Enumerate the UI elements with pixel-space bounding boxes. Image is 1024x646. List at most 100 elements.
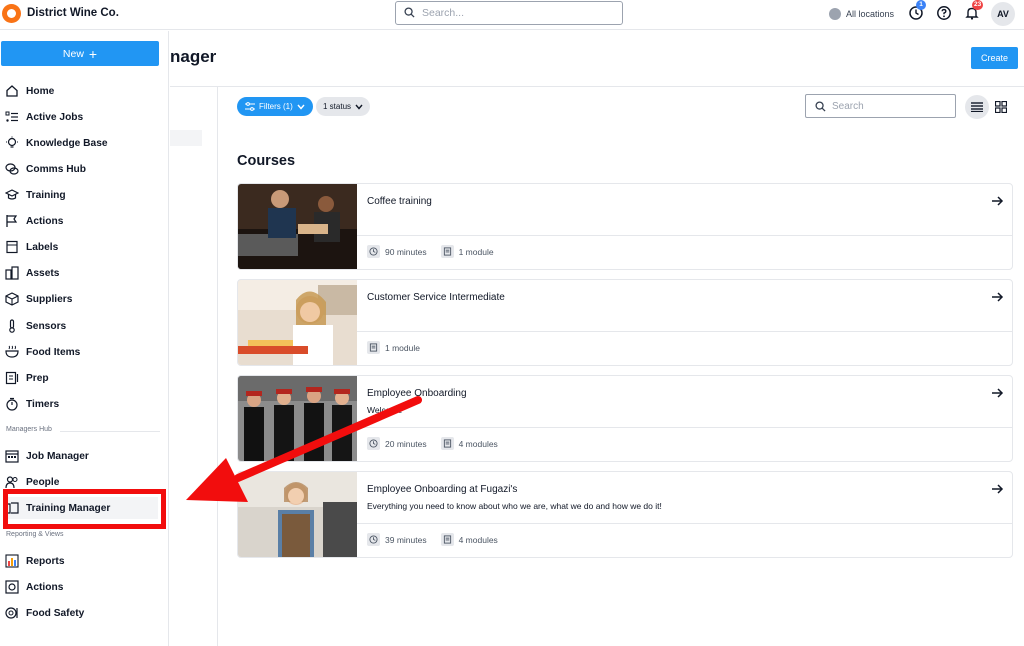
section-divider [60,431,160,432]
sidebar-item-label: Labels [26,241,59,253]
user-avatar[interactable]: AV [991,2,1015,26]
sidebar-item-food-safety[interactable]: Food Safety [0,602,165,624]
card-divider [357,235,1012,236]
graduation-cap-icon [5,188,19,202]
brand-name[interactable]: District Wine Co. [27,7,119,19]
course-card[interactable]: Coffee training 90 minutes 1 module [237,183,1013,270]
sidebar-item-knowledge-base[interactable]: Knowledge Base [0,132,165,154]
sidebar-item-food-items[interactable]: Food Items [0,341,165,363]
list-check-icon [5,110,19,124]
home-icon [5,84,19,98]
sidebar-item-timers[interactable]: Timers [0,393,165,415]
course-modules: 1 module [367,341,420,354]
arrow-right-icon[interactable] [990,386,1004,400]
actions-board-icon [5,580,19,594]
course-search[interactable] [805,94,956,118]
panel-divider [217,87,218,646]
chat-bubbles-icon [5,162,19,176]
sidebar-item-label: Suppliers [26,293,73,305]
course-title: Employee Onboarding [367,388,467,399]
sidebar-item-actions-report[interactable]: Actions [0,576,165,598]
grid-view-button[interactable] [992,98,1010,116]
sidebar-item-label: Home [26,85,55,97]
chevron-down-icon [297,104,305,110]
sidebar-item-label: Timers [26,398,60,410]
sidebar-item-actions[interactable]: Actions [0,210,165,232]
course-duration-text: 39 minutes [385,534,427,545]
sidebar-item-label: Actions [26,215,64,227]
course-modules-text: 1 module [458,246,494,257]
search-icon [404,7,415,18]
people-icon [5,475,19,489]
course-duration-text: 90 minutes [385,246,427,257]
filters-chip[interactable]: Filters (1) [237,97,313,116]
calendar-icon [5,449,19,463]
sidebar-item-reports[interactable]: Reports [0,550,165,572]
tasks-badge: 1 [916,0,926,10]
clock-icon [367,437,380,450]
arrow-right-icon[interactable] [990,482,1004,496]
course-modules: 1 module [440,245,494,258]
sidebar-item-home[interactable]: Home [0,80,165,102]
sidebar-item-label: Knowledge Base [26,137,108,149]
assets-icon [5,266,19,280]
sidebar-item-comms-hub[interactable]: Comms Hub [0,158,165,180]
sidebar-item-training[interactable]: Training [0,184,165,206]
food-safety-icon [5,606,19,620]
prep-icon [5,371,19,385]
sidebar-item-prep[interactable]: Prep [0,367,165,389]
course-meta: 1 module [367,341,434,354]
course-modules-text: 1 module [385,342,420,353]
new-button[interactable]: New + [1,41,159,66]
list-view-icon [971,102,983,112]
clock-icon [367,245,380,258]
left-panel-selected-item[interactable] [170,130,202,146]
sidebar-item-label: Active Jobs [26,111,84,123]
sidebar-item-assets[interactable]: Assets [0,262,165,284]
status-chip[interactable]: 1 status [316,97,371,116]
list-view-button[interactable] [965,95,989,119]
header-divider [170,86,1024,87]
sidebar-item-active-jobs[interactable]: Active Jobs [0,106,165,128]
arrow-right-icon[interactable] [990,290,1004,304]
top-bar: District Wine Co. All locations 1 23 AV [0,0,1024,30]
highlight-box [3,489,166,529]
search-icon [815,101,826,112]
sidebar-item-sensors[interactable]: Sensors [0,315,165,337]
sidebar-item-labels[interactable]: Labels [0,236,165,258]
card-divider [357,331,1012,332]
status-chip-label: 1 status [323,102,352,111]
sidebar: New + Home Active Jobs Knowledge Base Co… [0,31,169,646]
global-search[interactable] [395,1,623,25]
location-label: All locations [846,9,895,19]
help-button[interactable] [936,5,952,21]
course-card[interactable]: Customer Service Intermediate 1 module [237,279,1013,366]
sidebar-item-suppliers[interactable]: Suppliers [0,288,165,310]
course-meta: 39 minutes 4 modules [367,533,512,546]
arrow-right-icon[interactable] [990,194,1004,208]
course-card[interactable]: Employee Onboarding at Fugazi's Everythi… [237,471,1013,558]
course-modules: 4 modules [440,437,498,450]
sidebar-item-label: Assets [26,267,60,279]
course-title: Employee Onboarding at Fugazi's [367,484,518,495]
notifications-button[interactable]: 23 [964,0,984,21]
course-description: Everything you need to know about who we… [367,501,662,511]
location-selector[interactable]: All locations [829,5,894,23]
flag-icon [5,214,19,228]
sidebar-item-job-manager[interactable]: Job Manager [0,445,165,467]
sidebar-item-label: Food Items [26,346,81,358]
brand-logo-icon[interactable] [2,4,21,23]
tasks-button[interactable]: 1 [908,0,926,21]
create-button[interactable]: Create [971,47,1018,69]
box-icon [5,292,19,306]
sidebar-item-label: Comms Hub [26,163,86,175]
location-pin-icon [829,8,841,20]
course-duration: 20 minutes [367,437,427,450]
course-card[interactable]: Employee Onboarding Welcome 20 minutes 4… [237,375,1013,462]
course-title: Coffee training [367,196,432,207]
card-divider [357,523,1012,524]
sidebar-item-label: Actions [26,581,64,593]
help-icon [937,6,951,20]
course-search-input[interactable] [832,99,950,113]
global-search-input[interactable] [422,5,612,21]
